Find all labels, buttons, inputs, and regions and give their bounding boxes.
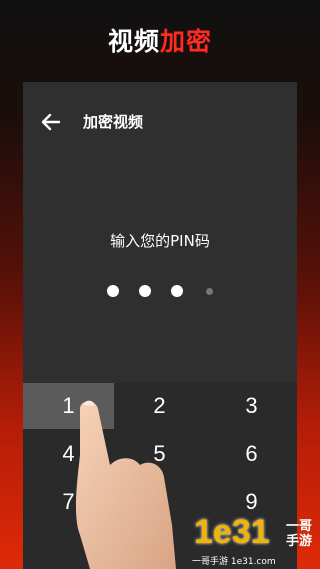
key-6[interactable]: 6 <box>206 431 297 477</box>
pin-dot-filled <box>139 285 151 297</box>
watermark-logo: 1e31 一哥手游 一哥手游 1e31.com <box>190 513 318 569</box>
headline-part-red: 加密 <box>160 27 213 56</box>
pin-indicator <box>23 285 297 297</box>
page-title: 加密视频 <box>83 113 144 131</box>
back-button[interactable] <box>37 108 65 136</box>
promo-headline: 视频加密 <box>0 22 320 58</box>
arrow-left-icon <box>41 113 61 131</box>
pin-prompt: 输入您的PIN码 <box>110 232 210 250</box>
pin-dot-filled <box>107 285 119 297</box>
watermark-side-text: 一哥手游 <box>286 519 313 549</box>
app-bar: 加密视频 <box>23 82 297 160</box>
watermark-subtext: 一哥手游 1e31.com <box>192 557 276 567</box>
pin-dot-filled <box>171 285 183 297</box>
headline-part-white: 视频 <box>107 27 160 56</box>
key-3[interactable]: 3 <box>206 383 297 429</box>
watermark-brand: 1e31 <box>194 513 270 551</box>
pin-dot-empty <box>206 287 213 295</box>
pointing-hand-icon <box>75 400 176 569</box>
